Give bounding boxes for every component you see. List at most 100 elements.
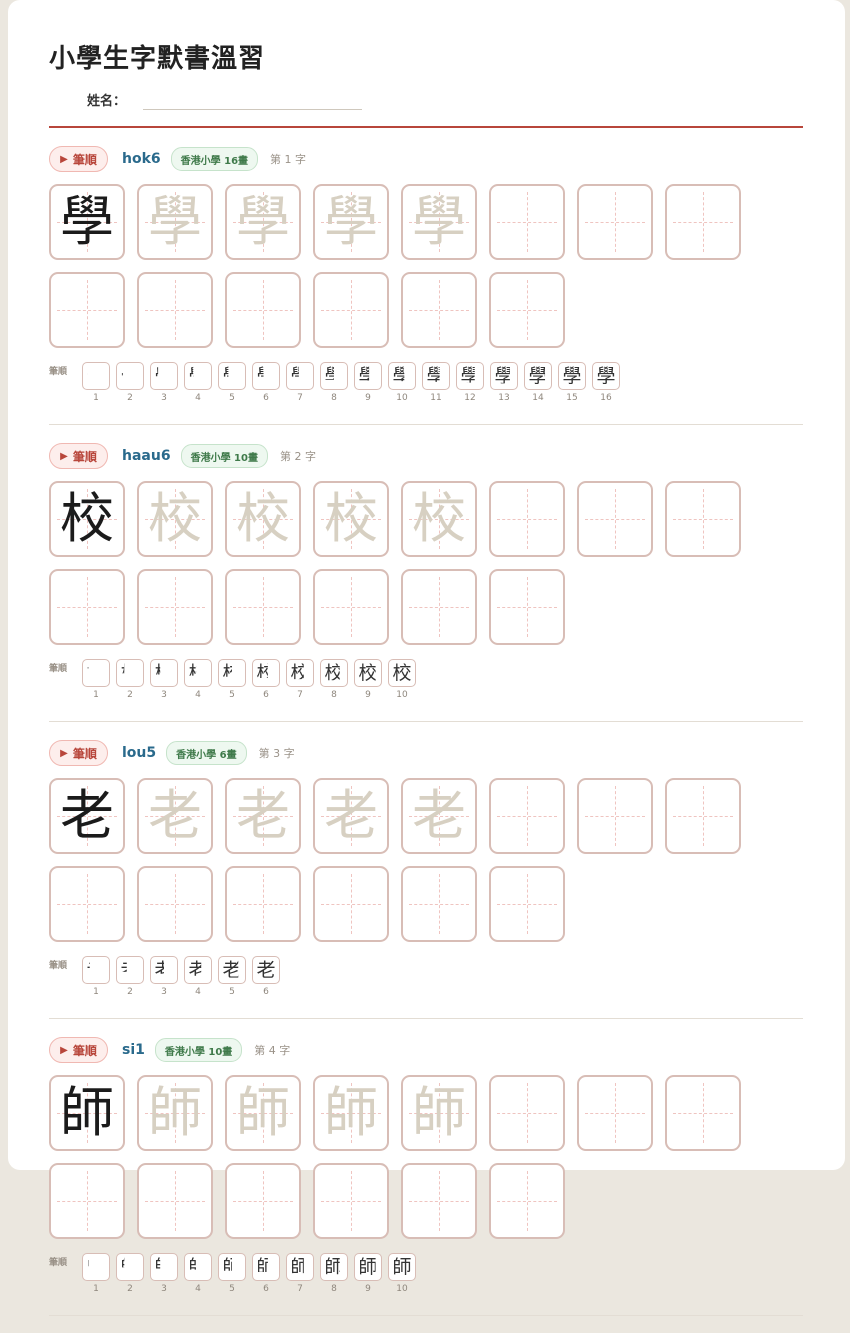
stroke-step-number: 2 bbox=[127, 1284, 133, 1294]
blank-practice-cell[interactable] bbox=[489, 1075, 565, 1151]
stroke-order-label: 筆順 bbox=[49, 1258, 68, 1268]
stroke-step-character: 老 bbox=[120, 958, 140, 981]
character-section: ▶ 筆順 hok6 香港小學 16畫第 1 字學學學學學筆順學 1 學 2 學 3 學 4 學 5 學 6 學… bbox=[49, 145, 803, 442]
stroke-step: 校9 bbox=[354, 659, 382, 703]
blank-practice-cell[interactable] bbox=[665, 184, 741, 260]
stroke-order-button[interactable]: ▶ 筆順 bbox=[49, 146, 108, 172]
blank-practice-cell[interactable] bbox=[137, 1163, 213, 1239]
blank-practice-cell[interactable] bbox=[401, 1163, 477, 1239]
stroke-step-character: 校 bbox=[290, 661, 310, 684]
blank-practice-cell[interactable] bbox=[665, 778, 741, 854]
name-field[interactable] bbox=[143, 109, 362, 110]
name-row: 姓名： bbox=[87, 90, 362, 112]
blank-practice-cell[interactable] bbox=[665, 1075, 741, 1151]
blank-practice-cell[interactable] bbox=[489, 569, 565, 645]
blank-practice-cell[interactable] bbox=[577, 778, 653, 854]
blank-practice-cell[interactable] bbox=[489, 272, 565, 348]
stroke-order-button[interactable]: ▶ 筆順 bbox=[49, 1037, 108, 1063]
grade-badge: 香港小學 6畫 bbox=[166, 741, 247, 765]
section-divider bbox=[49, 1315, 803, 1316]
stroke-step-number: 7 bbox=[297, 1284, 303, 1294]
character-section: ▶ 筆順 lou5 香港小學 6畫第 3 字老老老老老筆順老 1 老 2 老 3 老 4 老 5 老 6 bbox=[49, 739, 803, 1036]
character-section: ▶ 筆順 haau6 香港小學 10畫第 2 字校校校校校筆順校 1 校 2 校 3 校 4 校 5 校 6… bbox=[49, 442, 803, 739]
grade-badge: 香港小學 10畫 bbox=[180, 444, 268, 468]
blank-practice-cell[interactable] bbox=[401, 866, 477, 942]
trace-character: 校 bbox=[412, 487, 466, 550]
stroke-step-box: 學 bbox=[116, 362, 144, 390]
trace-character: 師 bbox=[324, 1081, 378, 1144]
stroke-step: 校4 bbox=[184, 659, 212, 703]
page-title: 小學生字默書溫習 bbox=[49, 44, 266, 74]
blank-practice-cell[interactable] bbox=[49, 569, 125, 645]
stroke-step: 師 10 bbox=[388, 1253, 416, 1297]
character-order: 第 1 字 bbox=[270, 153, 307, 166]
stroke-step-box: 學 bbox=[422, 362, 450, 390]
stroke-step-character: 師 bbox=[222, 1255, 242, 1278]
trace-character-cell: 老 bbox=[225, 778, 301, 854]
name-label: 姓名： bbox=[87, 94, 127, 109]
blank-practice-cell[interactable] bbox=[137, 866, 213, 942]
stroke-step-number: 4 bbox=[195, 393, 201, 403]
blank-practice-cell[interactable] bbox=[401, 569, 477, 645]
blank-practice-cell[interactable] bbox=[489, 778, 565, 854]
stroke-step-number: 8 bbox=[331, 393, 337, 403]
blank-practice-cell[interactable] bbox=[313, 866, 389, 942]
stroke-step-box: 學 bbox=[252, 362, 280, 390]
stroke-step-number: 10 bbox=[396, 1284, 408, 1294]
stroke-step-box: 學 bbox=[184, 362, 212, 390]
blank-practice-cell[interactable] bbox=[49, 866, 125, 942]
stroke-step-box: 老 bbox=[184, 956, 212, 984]
blank-practice-cell[interactable] bbox=[489, 866, 565, 942]
blank-practice-cell[interactable] bbox=[313, 569, 389, 645]
stroke-step-number: 5 bbox=[229, 1284, 235, 1294]
blank-practice-cell[interactable] bbox=[577, 1075, 653, 1151]
stroke-step-number: 4 bbox=[195, 987, 201, 997]
stroke-order-button[interactable]: ▶ 筆順 bbox=[49, 443, 108, 469]
stroke-step-number: 16 bbox=[600, 393, 612, 403]
blank-practice-cell[interactable] bbox=[137, 272, 213, 348]
stroke-step-box: 學 bbox=[82, 362, 110, 390]
blank-practice-cell[interactable] bbox=[49, 272, 125, 348]
blank-practice-cell[interactable] bbox=[489, 184, 565, 260]
stroke-order-button-label: 筆順 bbox=[72, 1043, 97, 1058]
blank-practice-cell[interactable] bbox=[401, 272, 477, 348]
blank-practice-cell[interactable] bbox=[577, 481, 653, 557]
stroke-step: 學2 bbox=[116, 362, 144, 406]
stroke-order-button-label: 筆順 bbox=[72, 449, 97, 464]
trace-character-cell: 老 bbox=[137, 778, 213, 854]
blank-practice-cell[interactable] bbox=[313, 1163, 389, 1239]
stroke-step: 學7 bbox=[286, 362, 314, 406]
blank-practice-cell[interactable] bbox=[577, 184, 653, 260]
stroke-step-character: 校 bbox=[392, 661, 412, 684]
stroke-step-box: 校 bbox=[354, 659, 382, 687]
blank-practice-cell[interactable] bbox=[489, 481, 565, 557]
stroke-step: 師4 bbox=[184, 1253, 212, 1297]
stroke-order-button[interactable]: ▶ 筆順 bbox=[49, 740, 108, 766]
stroke-step-box: 師 bbox=[252, 1253, 280, 1281]
blank-practice-cell[interactable] bbox=[49, 1163, 125, 1239]
blank-practice-cell[interactable] bbox=[225, 272, 301, 348]
blank-practice-cell[interactable] bbox=[489, 1163, 565, 1239]
blank-practice-cell[interactable] bbox=[137, 569, 213, 645]
blank-practice-cell[interactable] bbox=[225, 866, 301, 942]
stroke-step-character: 學 bbox=[120, 364, 140, 387]
trace-character-cell: 校 bbox=[137, 481, 213, 557]
practice-grid: 學學學學學 bbox=[49, 184, 749, 352]
stroke-step: 學 12 bbox=[456, 362, 484, 406]
jyutping: si1 bbox=[122, 1042, 145, 1058]
stroke-step-box: 學 bbox=[320, 362, 348, 390]
blank-practice-cell[interactable] bbox=[225, 1163, 301, 1239]
trace-character: 校 bbox=[236, 487, 290, 550]
blank-practice-cell[interactable] bbox=[665, 481, 741, 557]
stroke-step-character: 學 bbox=[324, 364, 344, 387]
blank-practice-cell[interactable] bbox=[313, 272, 389, 348]
stroke-step-box: 師 bbox=[184, 1253, 212, 1281]
stroke-step-box: 校 bbox=[184, 659, 212, 687]
stroke-step-box: 學 bbox=[524, 362, 552, 390]
stroke-step-number: 7 bbox=[297, 690, 303, 700]
blank-practice-cell[interactable] bbox=[225, 569, 301, 645]
model-character: 校 bbox=[60, 487, 114, 550]
stroke-step-box: 師 bbox=[286, 1253, 314, 1281]
stroke-step-number: 10 bbox=[396, 690, 408, 700]
stroke-step: 校5 bbox=[218, 659, 246, 703]
